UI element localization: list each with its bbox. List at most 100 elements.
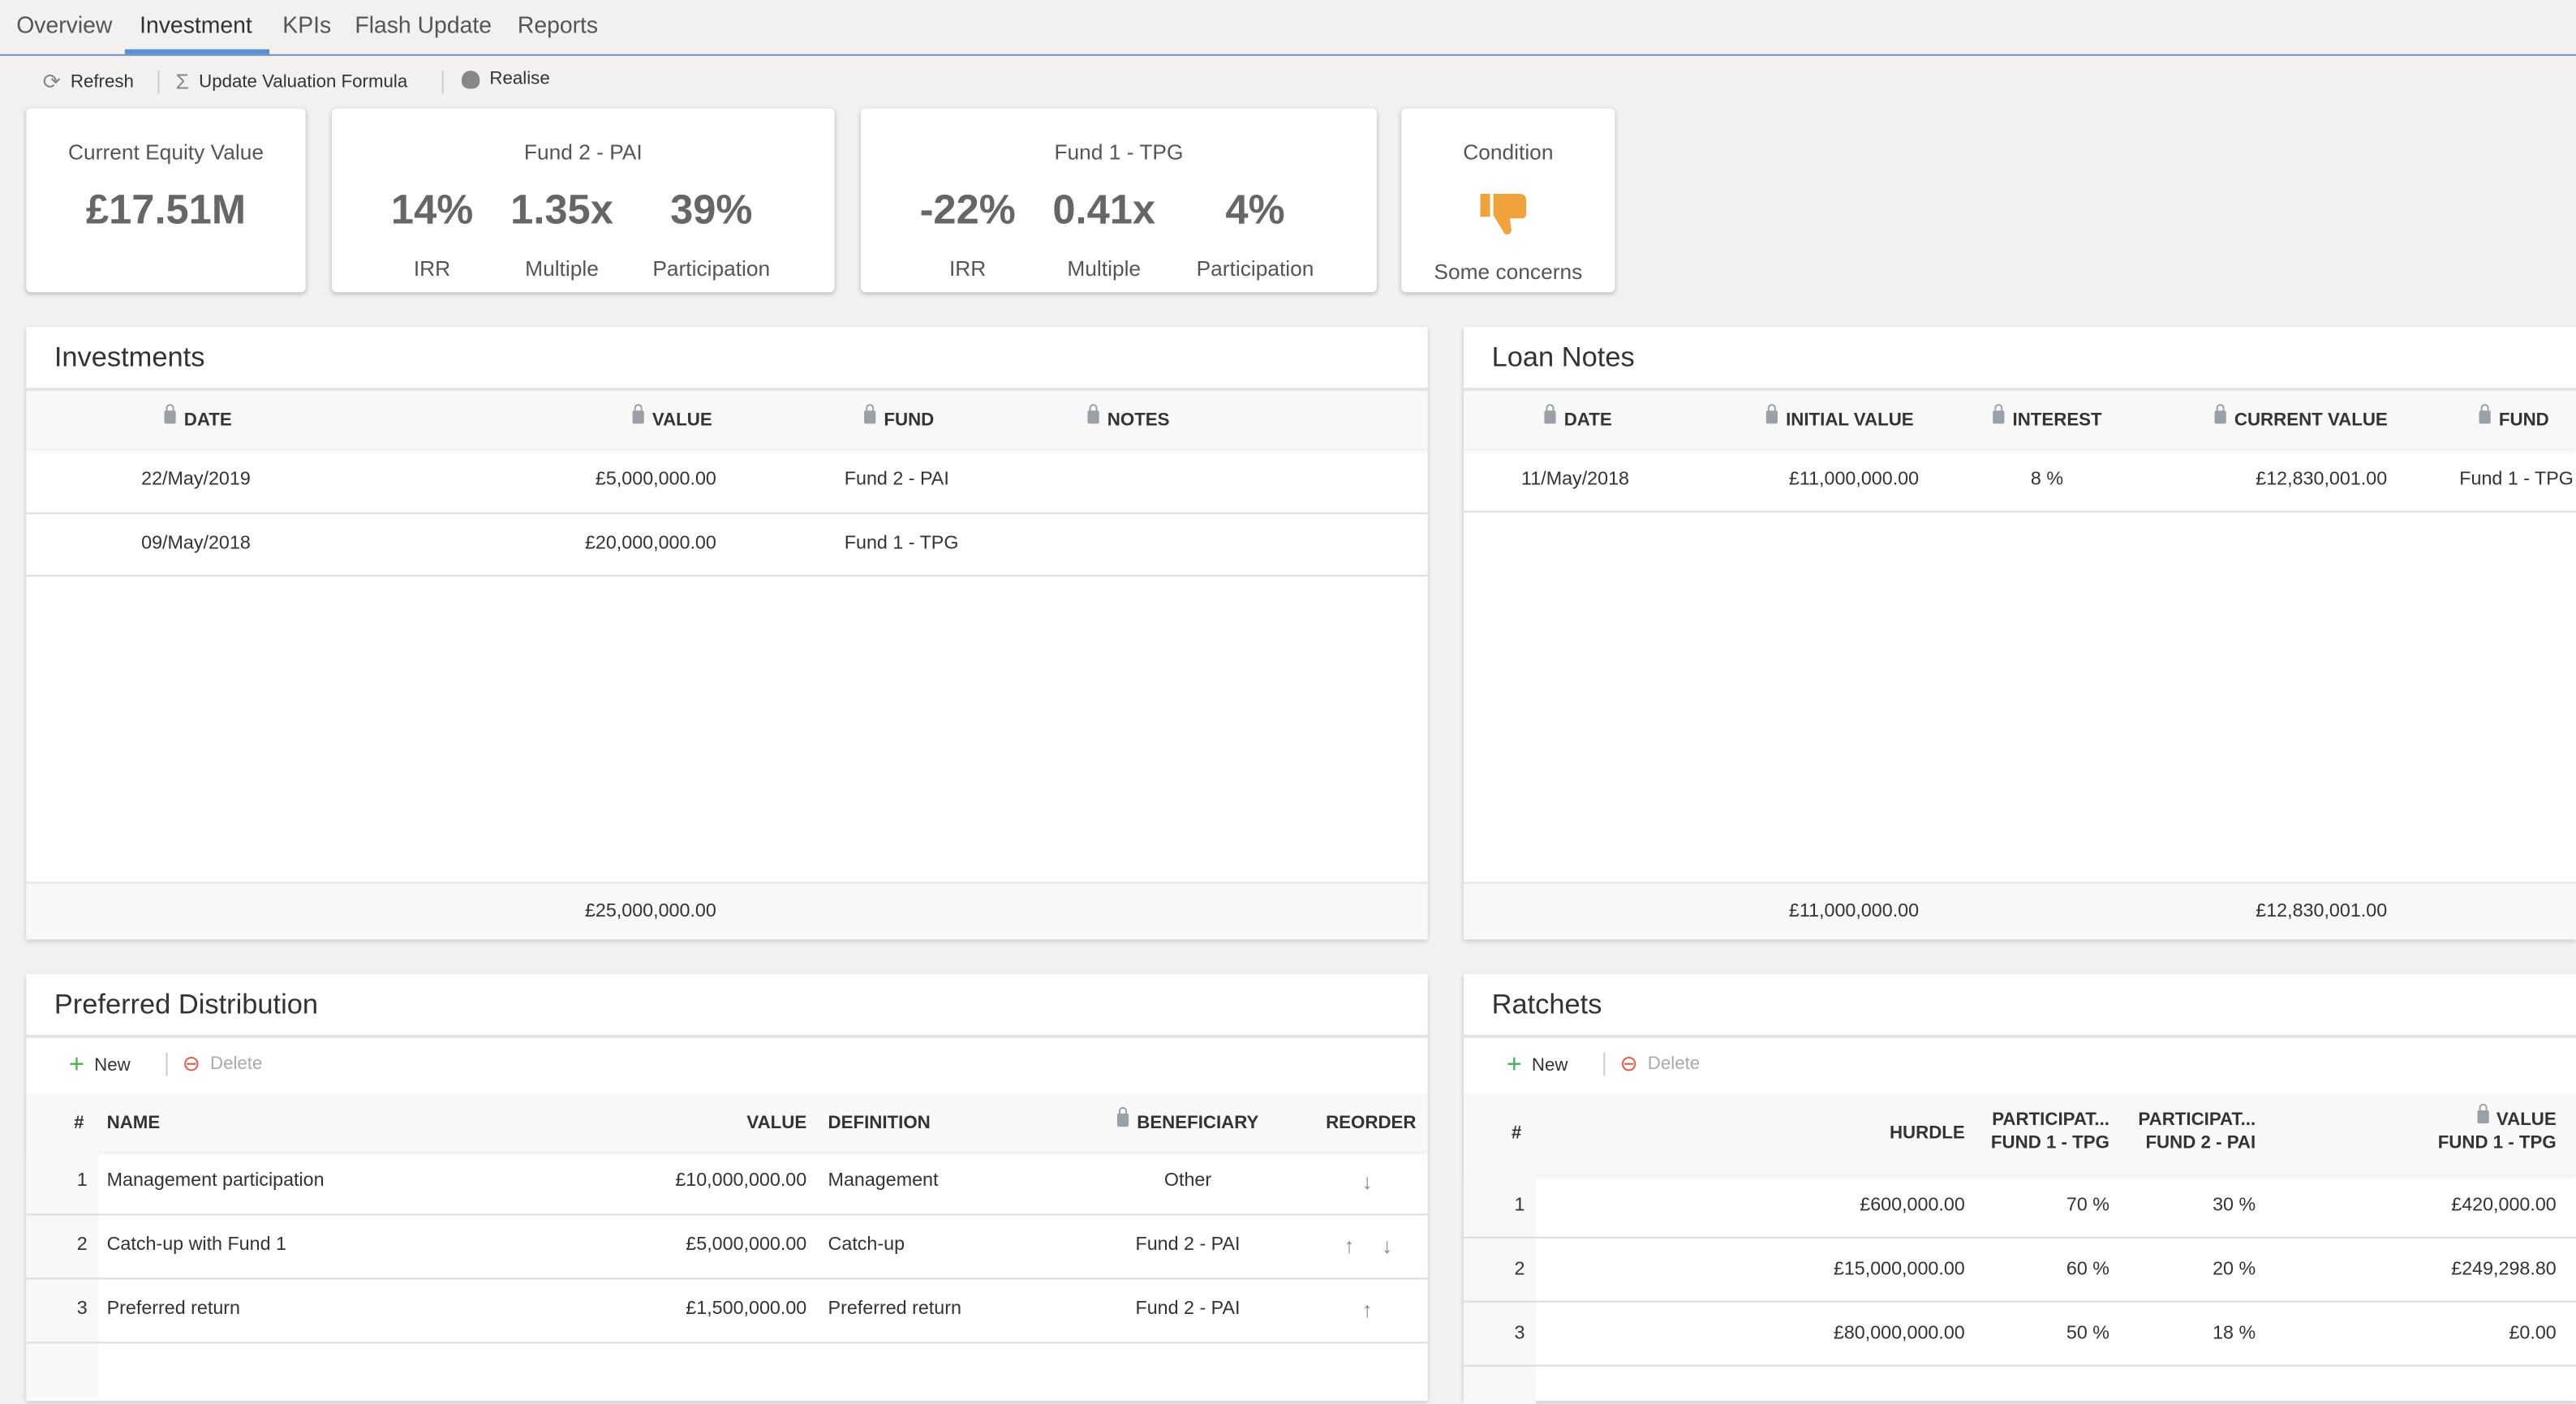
arrow-down-icon[interactable]: ↓: [1362, 1170, 1373, 1194]
total-value: £25,000,000.00: [584, 901, 716, 921]
cell-value: £10,000,000.00: [675, 1170, 807, 1191]
column-header-hurdle[interactable]: HURDLE: [1800, 1123, 1965, 1143]
panel-title: Loan Notes: [1491, 341, 1635, 373]
table-header: # NAME VALUE DEFINITION BENEFICIARY REOR…: [26, 1093, 1428, 1152]
participation-value: 4%: [1225, 187, 1285, 234]
divider: [1464, 510, 2576, 513]
cell-name: Preferred return: [106, 1299, 241, 1319]
cell-interest: 8 %: [2030, 470, 2064, 490]
preferred-distribution-panel: Preferred Distribution + New ⊖ Delete # NA…: [26, 973, 1428, 1402]
lock-icon: [864, 404, 876, 424]
column-header-name[interactable]: NAME: [107, 1114, 161, 1133]
multiple-value: 0.41x: [1052, 187, 1156, 234]
participation-label: Participation: [1196, 255, 1314, 281]
tab-reports[interactable]: Reports: [518, 11, 598, 37]
column-header-beneficiary[interactable]: BENEFICIARY: [1116, 1106, 1258, 1133]
multiple-value: 1.35x: [510, 187, 613, 234]
refresh-icon: ⟳: [42, 69, 61, 94]
lock-icon: [2214, 404, 2226, 424]
cell-number: 3: [1514, 1324, 1525, 1344]
update-valuation-formula-button[interactable]: Σ Update Valuation Formula: [176, 69, 408, 93]
cell-name: Catch-up with Fund 1: [106, 1234, 286, 1256]
column-header-fund[interactable]: FUND: [864, 404, 934, 431]
panel-title: Ratchets: [1491, 988, 1602, 1020]
column-header-value[interactable]: VALUE: [2359, 1103, 2557, 1130]
delete-button[interactable]: ⊖ Delete: [1620, 1051, 1701, 1077]
cell-number: 2: [1514, 1260, 1525, 1280]
divider: [26, 1277, 1428, 1280]
equity-value: £17.51M: [85, 187, 247, 234]
column-header-number[interactable]: #: [1512, 1123, 1521, 1143]
column-header-participation-fund1[interactable]: PARTICIPAT...: [1965, 1110, 2109, 1130]
card-title: Condition: [1463, 140, 1554, 165]
multiple-label: Multiple: [525, 255, 599, 281]
irr-value: 14%: [390, 187, 474, 234]
lock-icon: [2479, 404, 2491, 424]
divider: [166, 1052, 168, 1076]
table-footer: £25,000,000.00: [26, 882, 1428, 940]
tab-investment[interactable]: Investment: [140, 11, 252, 37]
column-header-date[interactable]: DATE: [164, 404, 232, 431]
cell-value: £20,000,000.00: [584, 534, 716, 554]
column-header-reorder[interactable]: REORDER: [1326, 1114, 1416, 1133]
card-title: Fund 2 - PAI: [523, 140, 643, 165]
cell-value: £420,000.00: [2451, 1196, 2557, 1216]
thumbs-down-icon: [1480, 193, 1527, 235]
column-header-date[interactable]: DATE: [1544, 404, 1612, 431]
column-header-value[interactable]: VALUE: [683, 1114, 806, 1133]
column-header-initial-value[interactable]: INITIAL VALUE: [1765, 404, 1914, 431]
divider: [1464, 1236, 2576, 1239]
lock-icon: [1544, 404, 1556, 424]
refresh-button[interactable]: ⟳ Refresh: [43, 69, 134, 95]
column-header-current-value[interactable]: CURRENT VALUE: [2214, 404, 2388, 431]
cell-value: £0.00: [2509, 1324, 2557, 1344]
realise-label: Realise: [489, 69, 550, 89]
new-button[interactable]: + New: [69, 1051, 131, 1080]
tab-overview[interactable]: Overview: [16, 11, 112, 37]
tab-kpis[interactable]: KPIs: [282, 11, 331, 37]
money-bag-icon: [461, 70, 480, 88]
tab-flash-update[interactable]: Flash Update: [355, 11, 492, 37]
column-header-interest[interactable]: INTEREST: [1993, 404, 2102, 431]
column-header-participation-fund2[interactable]: PARTICIPAT...: [2111, 1110, 2256, 1130]
arrow-up-icon[interactable]: ↑: [1344, 1234, 1354, 1258]
cell-value: £249,298.80: [2451, 1260, 2557, 1280]
cell-name: Management participation: [106, 1170, 325, 1191]
divider: [26, 574, 1428, 577]
cell-initial-value: £11,000,000.00: [1788, 470, 1920, 490]
new-button[interactable]: + New: [1507, 1051, 1568, 1080]
realise-button[interactable]: Realise: [461, 69, 550, 89]
sigma-icon: Σ: [175, 69, 189, 94]
fund2-card: Fund 2 - PAI 14% 1.35x 39% IRR Multiple …: [332, 108, 835, 293]
column-header-value[interactable]: VALUE: [632, 404, 712, 431]
column-header-value-sub: FUND 1 - TPG: [2437, 1133, 2557, 1153]
divider: [441, 71, 444, 94]
cell-beneficiary: Fund 2 - PAI: [1135, 1234, 1241, 1256]
column-header-definition[interactable]: DEFINITION: [828, 1114, 931, 1133]
cell-value: £5,000,000.00: [595, 470, 716, 490]
refresh-label: Refresh: [70, 72, 134, 92]
cell-hurdle: £80,000,000.00: [1833, 1324, 1965, 1344]
column-header-notes[interactable]: NOTES: [1087, 404, 1170, 431]
arrow-up-icon[interactable]: ↑: [1362, 1298, 1373, 1322]
condition-card: Condition Some concerns: [1401, 108, 1615, 293]
table-footer: £11,000,000.00 £12,830,001.00: [1464, 882, 2576, 940]
lock-icon: [1087, 404, 1099, 424]
column-header-number[interactable]: #: [74, 1114, 84, 1133]
investments-panel: Investments DATE VALUE FUND NOTES 22/May…: [26, 326, 1428, 940]
divider: [26, 1213, 1428, 1216]
ratchets-panel: Ratchets + New ⊖ Delete # HURDLE PARTICIPA…: [1464, 973, 2576, 1404]
cell-beneficiary: Fund 2 - PAI: [1135, 1299, 1241, 1319]
lock-icon: [1993, 404, 2005, 424]
column-header-fund[interactable]: FUND: [2479, 404, 2549, 431]
divider: [26, 512, 1428, 514]
arrow-down-icon[interactable]: ↓: [1382, 1234, 1392, 1258]
delete-button[interactable]: ⊖ Delete: [183, 1051, 263, 1077]
panel-title: Preferred Distribution: [54, 988, 319, 1020]
cell-definition: Management: [828, 1170, 939, 1191]
fund1-card: Fund 1 - TPG -22% 0.41x 4% IRR Multiple …: [861, 108, 1377, 293]
divider: [157, 71, 160, 94]
cell-definition: Catch-up: [828, 1234, 905, 1256]
irr-label: IRR: [413, 255, 451, 281]
total-current-value: £12,830,001.00: [2256, 901, 2388, 921]
